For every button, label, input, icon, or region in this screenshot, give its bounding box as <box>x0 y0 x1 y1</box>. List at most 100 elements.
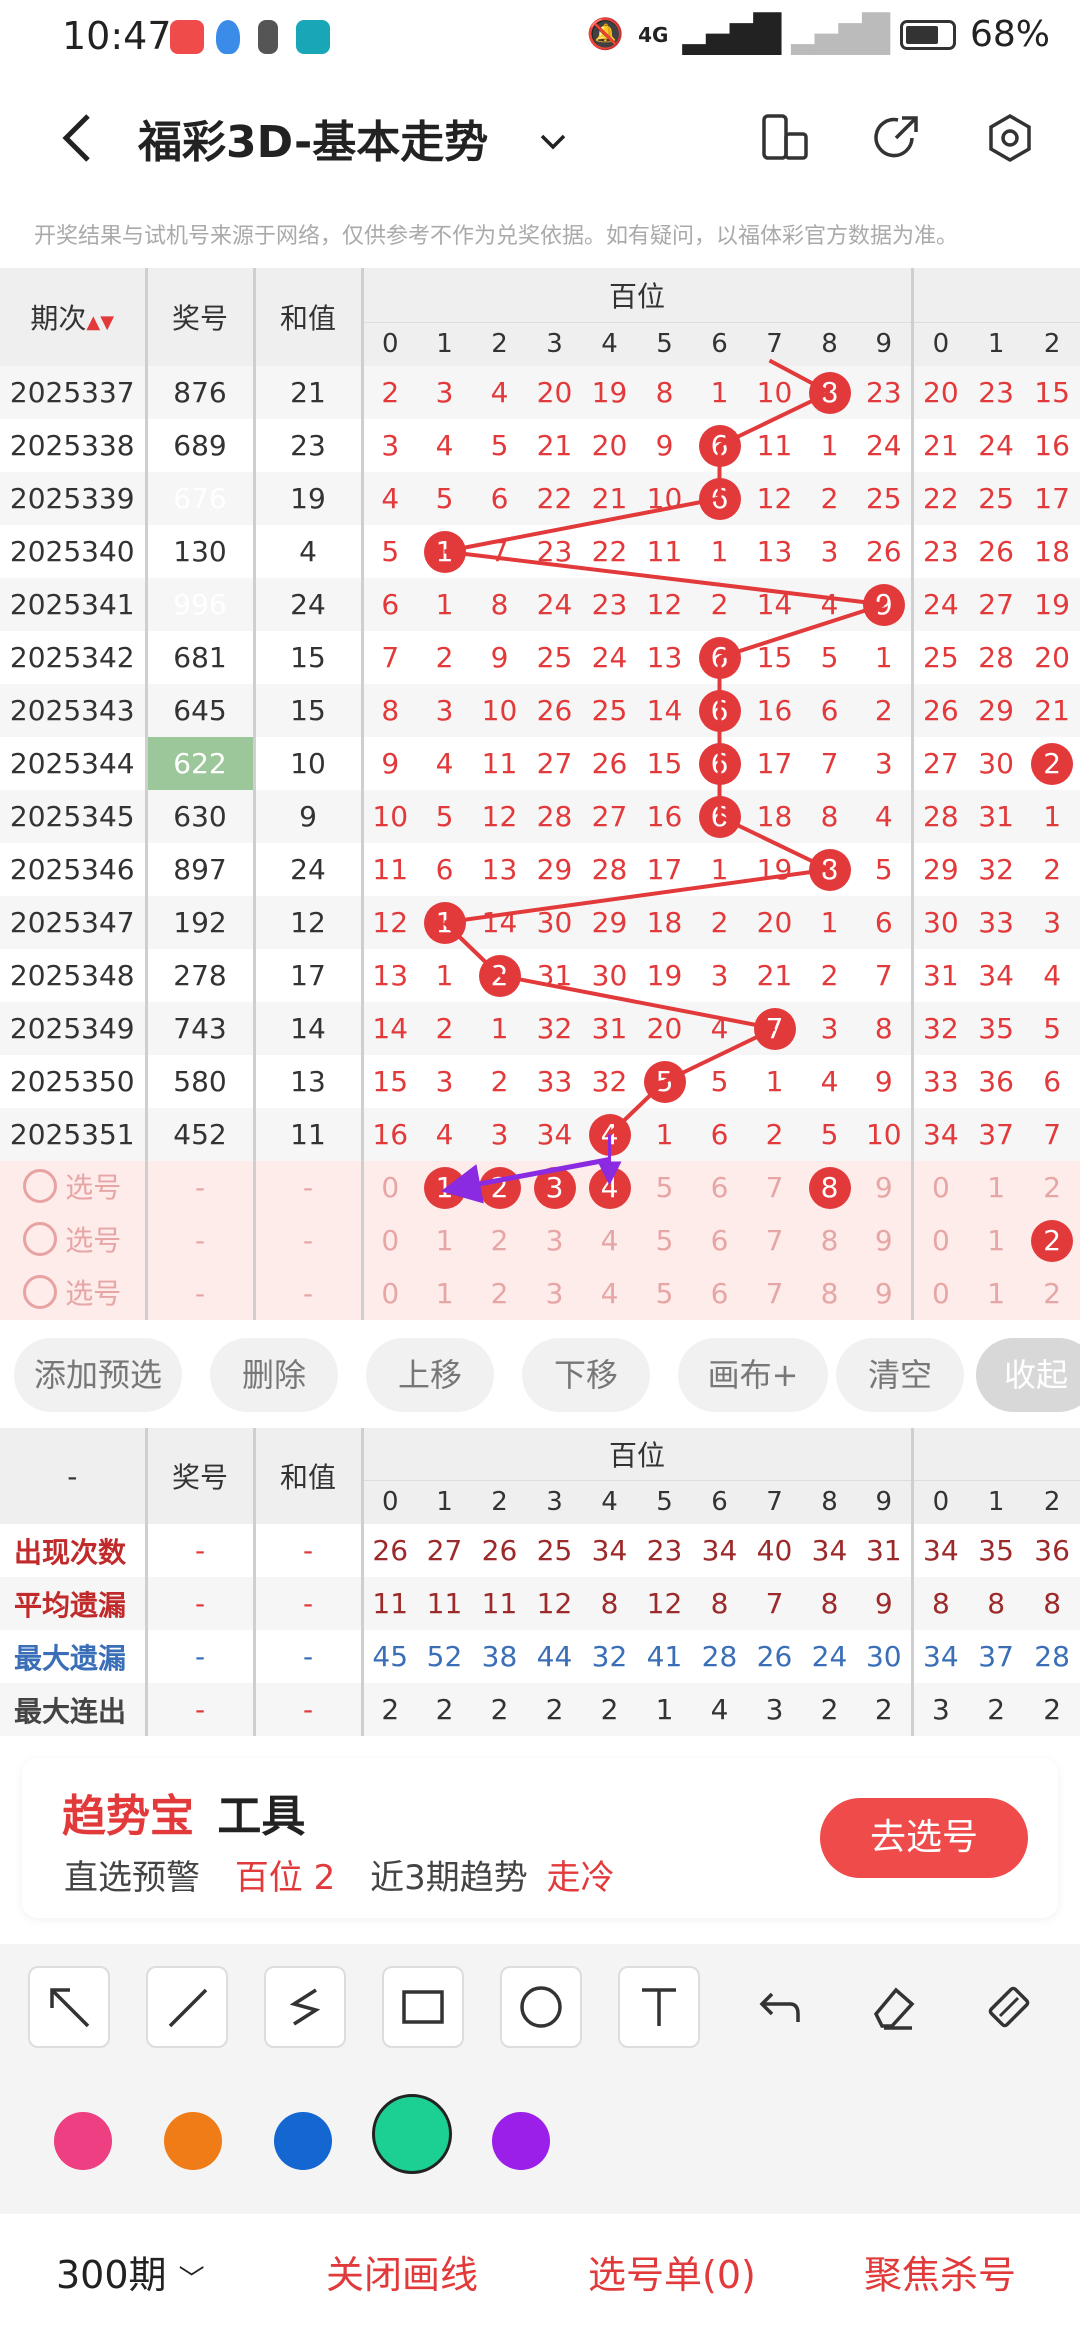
eraser-icon[interactable] <box>852 1966 934 2048</box>
move-up-button[interactable]: 上移 <box>366 1338 494 1412</box>
select-digit[interactable]: 5 <box>637 1267 692 1320</box>
miss-value: 20 <box>591 429 628 462</box>
select-digit[interactable]: 9 <box>857 1161 914 1214</box>
miss-value: 16 <box>372 1118 409 1151</box>
settings-icon[interactable] <box>982 110 1038 166</box>
stats-award: - <box>146 1630 256 1683</box>
focus-kill-button[interactable]: 聚焦杀号 <box>864 2244 1016 2299</box>
select-digit[interactable]: 1 <box>968 1214 1025 1267</box>
back-icon[interactable] <box>50 108 110 168</box>
select-digit[interactable]: 2 <box>1024 1267 1080 1320</box>
select-digit[interactable]: 5 <box>637 1214 692 1267</box>
select-digit[interactable]: 1 <box>417 1214 472 1267</box>
stats-value: 44 <box>536 1640 573 1673</box>
select-digit[interactable]: 9 <box>857 1214 914 1267</box>
color-pink[interactable] <box>54 2112 112 2170</box>
select-digit[interactable]: 9 <box>857 1267 914 1320</box>
color-purple[interactable] <box>492 2112 550 2170</box>
color-blue[interactable] <box>274 2112 332 2170</box>
move-down-button[interactable]: 下移 <box>522 1338 650 1412</box>
digit-option: 2 <box>490 1277 509 1310</box>
miss-value: 8 <box>655 376 674 409</box>
select-digit[interactable]: 4 <box>582 1161 637 1214</box>
select-digit[interactable]: 2 <box>1024 1161 1080 1214</box>
text-tool-icon[interactable] <box>618 1966 700 2048</box>
arrow-tool-icon[interactable] <box>28 1966 110 2048</box>
color-orange[interactable] <box>164 2112 222 2170</box>
select-digit[interactable]: 7 <box>747 1267 802 1320</box>
selection-list-button[interactable]: 选号单(0) <box>588 2244 756 2299</box>
miss-value: 3 <box>490 1118 509 1151</box>
select-row[interactable]: 选号 - -0 1 2 3 4 5 6 7 8 9 0 1 2 <box>0 1267 1080 1320</box>
select-digit[interactable]: 2 <box>472 1267 527 1320</box>
canvas-add-button[interactable]: 画布+ <box>678 1338 828 1412</box>
header-period[interactable]: 期次▲▼ <box>0 268 148 366</box>
select-digit[interactable]: 0 <box>912 1267 969 1320</box>
undo-icon[interactable] <box>736 1966 818 2048</box>
table-row: 2025349 743 14 14 2 1 32 31 20 4 7 3 8 32 35 5 <box>0 1002 1080 1055</box>
stats-table: - 奖号 和值 百位 0 1 2 3 4 5 6 7 8 9 0 1 2 出现次数 - -26 27 26 25 34 23 34… <box>0 1428 1080 1736</box>
hundreds-cell: 25 <box>582 684 637 737</box>
hundreds-cell: 26 <box>582 737 637 790</box>
delete-button[interactable]: 删除 <box>210 1338 338 1412</box>
select-digit[interactable]: 3 <box>527 1267 582 1320</box>
select-row[interactable]: 选号 - -0 1 2 3 4 5 6 7 8 9 0 1 2 <box>0 1161 1080 1214</box>
select-digit[interactable]: 0 <box>912 1161 969 1214</box>
go-select-button[interactable]: 去选号 <box>820 1798 1028 1878</box>
hundreds-cell: 8 <box>472 578 527 631</box>
miss-value: 7 <box>381 641 400 674</box>
rotate-screen-icon[interactable] <box>756 110 812 166</box>
hundreds-cell: 4 <box>857 790 914 843</box>
period-selector[interactable]: 300期 ﹀ <box>56 2244 205 2299</box>
select-digit[interactable]: 0 <box>362 1161 417 1214</box>
select-digit[interactable]: 4 <box>582 1267 637 1320</box>
select-digit[interactable]: 0 <box>362 1267 417 1320</box>
select-digit[interactable]: 6 <box>692 1161 747 1214</box>
select-toggle[interactable]: 选号 <box>0 1214 148 1267</box>
circle-tool-icon[interactable] <box>500 1966 582 2048</box>
select-toggle[interactable]: 选号 <box>0 1267 148 1320</box>
sum-cell: 17 <box>254 949 364 1002</box>
select-digit[interactable]: 7 <box>747 1161 802 1214</box>
select-digit[interactable]: 1 <box>968 1267 1025 1320</box>
select-digit[interactable]: 3 <box>527 1161 582 1214</box>
select-digit[interactable]: 2 <box>472 1214 527 1267</box>
clear-all-icon[interactable] <box>968 1966 1050 2048</box>
clear-button[interactable]: 清空 <box>836 1338 964 1412</box>
select-digit[interactable]: 7 <box>747 1214 802 1267</box>
select-digit[interactable]: 1 <box>417 1267 472 1320</box>
color-green-selected[interactable] <box>372 2094 452 2174</box>
hit-ball: 6 <box>698 689 741 732</box>
close-line-button[interactable]: 关闭画线 <box>326 2244 478 2299</box>
select-digit[interactable]: 6 <box>692 1214 747 1267</box>
collapse-button[interactable]: 收起 <box>976 1338 1080 1412</box>
select-digit[interactable]: 8 <box>802 1214 857 1267</box>
select-row[interactable]: 选号 - -0 1 2 3 4 5 6 7 8 9 0 1 2 <box>0 1214 1080 1267</box>
select-toggle[interactable]: 选号 <box>0 1161 148 1214</box>
add-preselect-button[interactable]: 添加预选 <box>14 1338 182 1412</box>
share-icon[interactable] <box>868 110 924 166</box>
select-digit[interactable]: 1 <box>968 1161 1025 1214</box>
select-digit[interactable]: 0 <box>912 1214 969 1267</box>
select-digit[interactable]: 8 <box>802 1267 857 1320</box>
hundreds-cell: 32 <box>582 1055 637 1108</box>
curve-tool-icon[interactable] <box>264 1966 346 2048</box>
page-title[interactable]: 福彩3D-基本走势 <box>138 106 488 170</box>
sum-cell: 13 <box>254 1055 364 1108</box>
rectangle-tool-icon[interactable] <box>382 1966 464 2048</box>
select-digit[interactable]: 0 <box>362 1214 417 1267</box>
line-tool-icon[interactable] <box>146 1966 228 2048</box>
select-digit[interactable]: 1 <box>417 1161 472 1214</box>
select-digit[interactable]: 2 <box>472 1161 527 1214</box>
digit-header: 2 <box>1024 321 1080 366</box>
tens-cell: 24 <box>912 578 969 631</box>
select-digit[interactable]: 3 <box>527 1214 582 1267</box>
select-digit[interactable]: 4 <box>582 1214 637 1267</box>
chevron-down-icon[interactable] <box>536 124 570 158</box>
tens-cell: 23 <box>968 366 1025 419</box>
select-digit[interactable]: 8 <box>802 1161 857 1214</box>
select-digit[interactable]: 2 <box>1024 1214 1080 1267</box>
select-digit[interactable]: 5 <box>637 1161 692 1214</box>
select-digit[interactable]: 6 <box>692 1267 747 1320</box>
stats-header-sum: 和值 <box>254 1428 364 1524</box>
